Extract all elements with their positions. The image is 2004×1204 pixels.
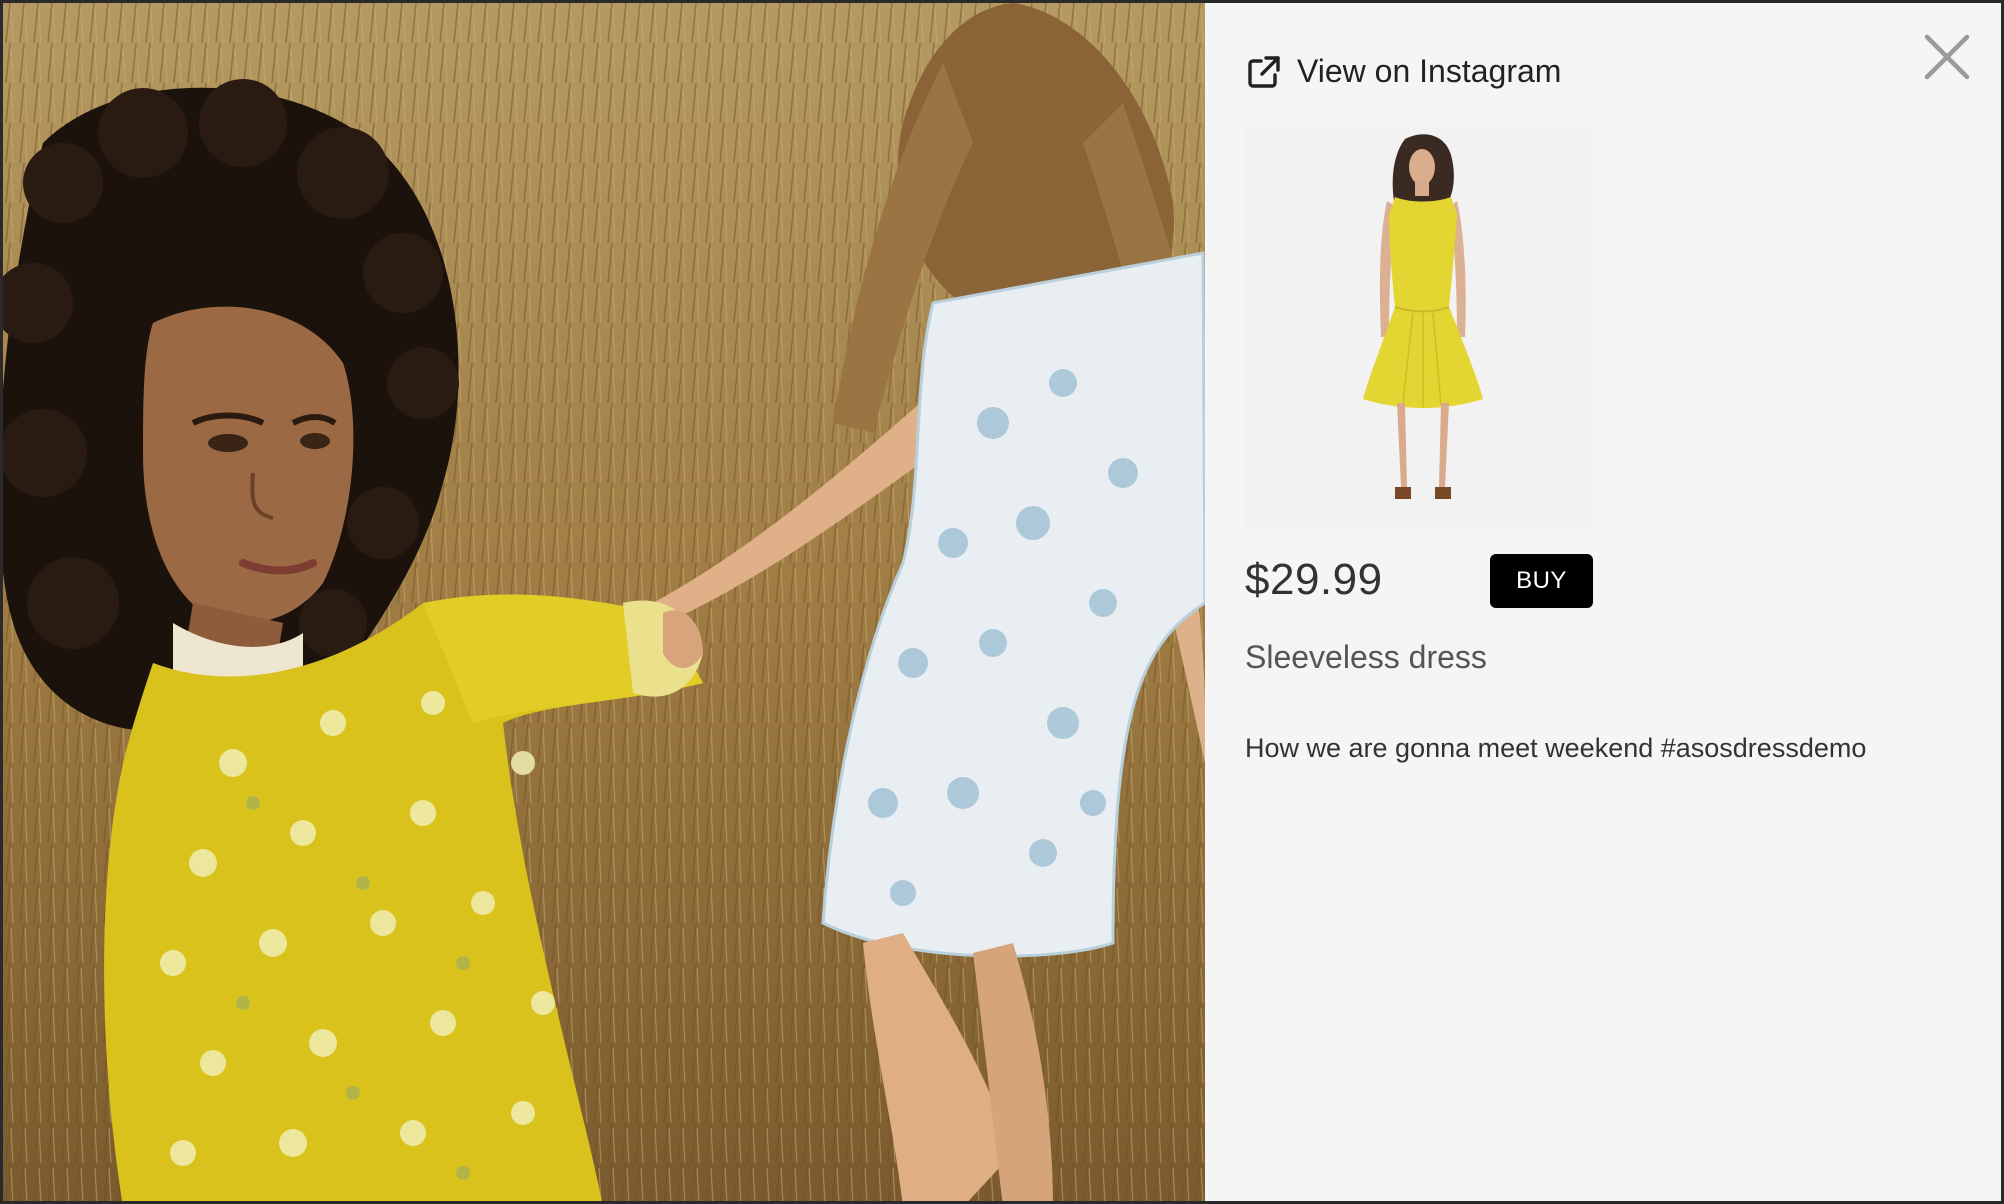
instagram-post-photo <box>3 3 1205 1201</box>
photo-illustration <box>3 3 1205 1201</box>
close-icon <box>1924 34 1970 80</box>
product-name: Sleeveless dress <box>1245 639 1487 675</box>
product-panel: View on Instagram $29.99 BUY Sleeveless … <box>1205 3 2001 1201</box>
buy-button[interactable]: BUY <box>1490 554 1593 608</box>
external-link-icon <box>1248 55 1280 88</box>
post-caption: How we are gonna meet weekend #asosdress… <box>1245 733 1867 763</box>
product-dress-illustration <box>1245 127 1593 527</box>
product-image[interactable] <box>1245 127 1593 527</box>
view-on-instagram-link[interactable]: View on Instagram <box>1247 53 1561 90</box>
product-price: $29.99 <box>1245 555 1383 604</box>
close-button[interactable] <box>1921 31 1973 83</box>
view-on-instagram-label: View on Instagram <box>1297 53 1562 89</box>
product-modal: View on Instagram $29.99 BUY Sleeveless … <box>0 0 2004 1204</box>
